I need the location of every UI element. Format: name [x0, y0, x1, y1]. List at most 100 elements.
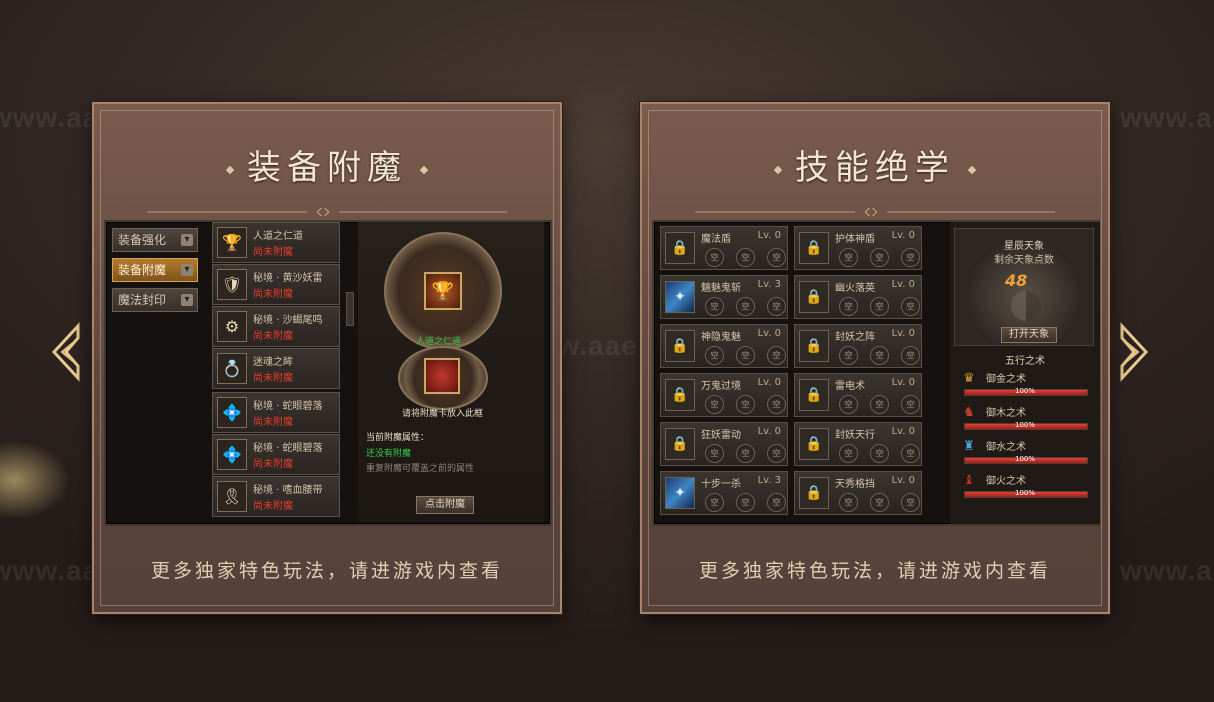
skill-rune-slot[interactable]: 空	[736, 346, 755, 365]
skill-rune-slot[interactable]: 空	[901, 395, 920, 414]
skill-rune-slot[interactable]: 空	[705, 493, 724, 512]
lock-icon: 🔒	[799, 330, 829, 362]
skill-rune-slot[interactable]: 空	[839, 444, 858, 463]
skills-screenshot: 🔒 魔法盾 Lv. 0 空空空 🔒 护体神盾 Lv. 0 空空空 ✦ 魑魅鬼斩 Lv. 3 空空空 🔒 幽…	[652, 220, 1100, 526]
element-progress-bar: 100%	[964, 489, 1088, 498]
slot-hint: 请将附魔卡放入此框	[402, 409, 484, 419]
skill-rune-slot[interactable]: 空	[705, 395, 724, 414]
enchant-button[interactable]: 点击附魔	[416, 496, 474, 514]
list-item[interactable]: 🏆 人道之仁道 尚未附魔	[212, 222, 340, 263]
enchant-card-slot[interactable]	[424, 358, 460, 394]
element-progress-bar: 100%	[964, 455, 1088, 464]
list-item[interactable]: 💠 秘境 · 蛇眼碧落 尚未附魔	[212, 392, 340, 433]
skill-slot[interactable]: 🔒 狂妖雷动 Lv. 0空空空	[660, 422, 788, 466]
list-item[interactable]: 💍 迷魂之眸 尚未附魔	[212, 348, 340, 389]
skill-rune-slot[interactable]: 空	[736, 248, 755, 267]
skill-level: Lv. 0	[891, 279, 915, 290]
skill-rune-slot[interactable]: 空	[839, 297, 858, 316]
element-icon: ♝	[963, 473, 975, 488]
skill-rune-slot[interactable]: 空	[705, 248, 724, 267]
star-box: 星辰天象 剩余天象点数 48 打开天象	[954, 228, 1094, 346]
skill-rune-slot[interactable]: 空	[705, 346, 724, 365]
skill-rune-slot[interactable]: 空	[870, 297, 889, 316]
elements-title: 五行之术	[1005, 356, 1045, 367]
skill-rune-slot[interactable]: 空	[705, 444, 724, 463]
skill-rune-slot[interactable]: 空	[901, 248, 920, 267]
skill-rune-slot[interactable]: 空	[767, 248, 786, 267]
skill-rune-slot[interactable]: 空	[736, 444, 755, 463]
skill-rune-slot[interactable]: 空	[839, 395, 858, 414]
watermark: www.aae.ink	[1120, 102, 1214, 133]
skill-name: 幽火落英	[835, 283, 875, 294]
element-icon: ♜	[963, 439, 975, 454]
lock-icon: 🔒	[665, 232, 695, 264]
element-name: 御金之术	[986, 374, 1026, 385]
skill-slot[interactable]: ✦ 十步一杀 Lv. 3空空空	[660, 471, 788, 515]
tab-equip-enchant[interactable]: 装备附魔 ▾	[112, 258, 198, 282]
skill-rune-slot[interactable]: 空	[901, 444, 920, 463]
skill-rune-slot[interactable]: 空	[870, 444, 889, 463]
skill-rune-slot[interactable]: 空	[767, 346, 786, 365]
list-item[interactable]: 🛡 秘境 · 黄沙妖雷 尚未附魔	[212, 264, 340, 305]
list-item[interactable]: ⚙ 秘境 · 沙蝎尾鸣 尚未附魔	[212, 306, 340, 347]
skill-rune-slot[interactable]: 空	[736, 493, 755, 512]
skill-rune-slot[interactable]: 空	[736, 395, 755, 414]
star-points-label: 剩余天象点数	[994, 255, 1054, 266]
skill-rune-slot[interactable]: 空	[767, 444, 786, 463]
skill-slot[interactable]: 🔒 幽火落英 Lv. 0空空空	[794, 275, 922, 319]
skill-slot[interactable]: 🔒 封妖天行 Lv. 0空空空	[794, 422, 922, 466]
skill-level: Lv. 0	[891, 230, 915, 241]
skill-rune-slot[interactable]: 空	[767, 493, 786, 512]
element-progress-bar: 100%	[964, 387, 1088, 396]
next-arrow-button[interactable]	[1116, 322, 1152, 382]
equipment-list: 🏆 人道之仁道 尚未附魔 🛡 秘境 · 黄沙妖雷 尚未附魔 ⚙ 秘境 · 沙蝎尾鸣 尚未附魔…	[206, 222, 348, 522]
attr-title: 当前附魔属性：	[366, 433, 430, 443]
tab-magic-seal[interactable]: 魔法封印 ▾	[112, 288, 198, 312]
skill-rune-slot[interactable]: 空	[901, 493, 920, 512]
skill-slot[interactable]: ✦ 魑魅鬼斩 Lv. 3空空空	[660, 275, 788, 319]
element-percent: 100%	[1015, 387, 1036, 395]
equipment-icon: 🏆	[217, 227, 247, 258]
lock-icon: 🔒	[665, 330, 695, 362]
skill-name: 护体神盾	[835, 234, 875, 245]
skill-slot[interactable]: 🔒 雷电术 Lv. 0空空空	[794, 373, 922, 417]
skill-slot[interactable]: 🔒 万鬼过境 Lv. 0空空空	[660, 373, 788, 417]
skill-slot[interactable]: 🔒 护体神盾 Lv. 0空空空	[794, 226, 922, 270]
skill-rune-slot[interactable]: 空	[839, 248, 858, 267]
skill-name: 狂妖雷动	[701, 430, 741, 441]
skill-rune-slot[interactable]: 空	[870, 346, 889, 365]
skill-rune-slot[interactable]: 空	[767, 297, 786, 316]
tab-equip-strengthen[interactable]: 装备强化 ▾	[112, 228, 198, 252]
list-item[interactable]: 🎗 秘境 · 嗜血腰带 尚未附魔	[212, 476, 340, 517]
skill-rune-slot[interactable]: 空	[901, 346, 920, 365]
skill-slot[interactable]: 🔒 天秀格挡 Lv. 0空空空	[794, 471, 922, 515]
element-name: 御水之术	[986, 442, 1026, 453]
skill-level: Lv. 0	[891, 328, 915, 339]
star-title: 星辰天象	[1004, 241, 1044, 252]
open-star-button[interactable]: 打开天象	[1001, 327, 1057, 343]
skill-slot[interactable]: 🔒 封妖之阵 Lv. 0空空空	[794, 324, 922, 368]
selected-equipment-name: 人道之仁道	[416, 337, 462, 347]
list-item[interactable]: 💠 秘境 · 蛇眼碧落 尚未附魔	[212, 434, 340, 475]
element-progress-bar: 100%	[964, 421, 1088, 430]
lock-icon: 🔒	[799, 232, 829, 264]
equipment-slot[interactable]: 🏆	[424, 272, 462, 310]
skill-rune-slot[interactable]: 空	[839, 346, 858, 365]
equipment-icon: ⚙	[217, 311, 247, 342]
skill-rune-slot[interactable]: 空	[901, 297, 920, 316]
skill-rune-slot[interactable]: 空	[839, 493, 858, 512]
skill-rune-slot[interactable]: 空	[870, 395, 889, 414]
chevron-down-icon: ▾	[181, 264, 193, 276]
prev-arrow-button[interactable]	[48, 322, 84, 382]
skill-rune-slot[interactable]: 空	[870, 493, 889, 512]
lock-icon: 🔒	[665, 428, 695, 460]
element-percent: 100%	[1015, 421, 1036, 429]
list-scrollbar[interactable]	[346, 292, 354, 326]
skill-rune-slot[interactable]: 空	[767, 395, 786, 414]
element-row: ♜ 御水之术 100%	[960, 436, 1090, 466]
skill-slot[interactable]: 🔒 神隐鬼魅 Lv. 0空空空	[660, 324, 788, 368]
skill-rune-slot[interactable]: 空	[705, 297, 724, 316]
skill-slot[interactable]: 🔒 魔法盾 Lv. 0空空空	[660, 226, 788, 270]
skill-rune-slot[interactable]: 空	[870, 248, 889, 267]
skill-rune-slot[interactable]: 空	[736, 297, 755, 316]
